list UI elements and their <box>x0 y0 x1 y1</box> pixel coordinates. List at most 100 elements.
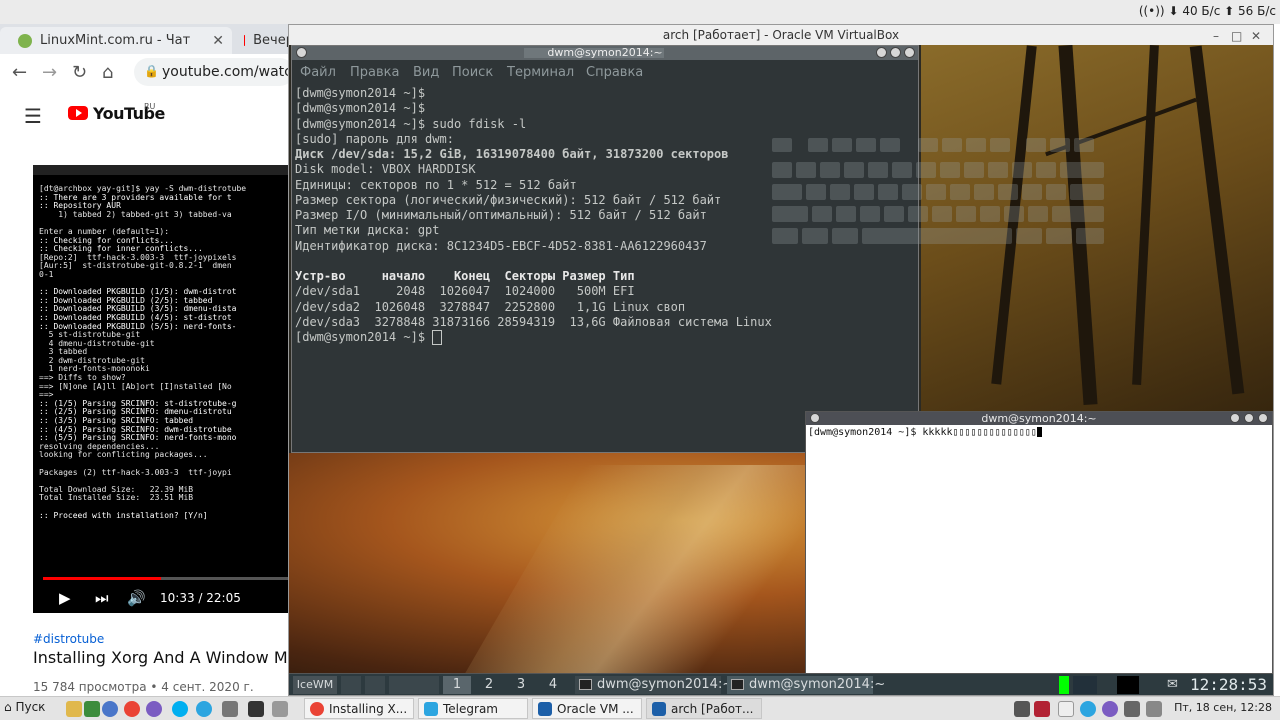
window-icon[interactable] <box>272 701 288 717</box>
virtualbox-titlebar[interactable]: arch [Работает] - Oracle VM VirtualBox –… <box>289 25 1273 45</box>
show-desktop-icon[interactable] <box>341 676 361 694</box>
terminal-window-main[interactable]: dwm@symon2014:~ Файл Правка Вид Поиск Те… <box>291 45 1104 453</box>
terminal-line: Единицы: секторов по 1 * 512 = 512 байт <box>295 177 577 192</box>
next-button-icon[interactable]: ⏭ <box>95 589 109 607</box>
maximize-icon[interactable] <box>1244 413 1254 423</box>
youtube-favicon-icon <box>244 35 246 46</box>
back-button[interactable]: ← <box>12 62 27 83</box>
minimize-icon[interactable] <box>1230 413 1240 423</box>
net-up-value: 56 Б/с <box>1238 4 1276 18</box>
hamburger-menu-icon[interactable]: ☰ <box>24 104 42 128</box>
workspace-1[interactable]: 1 <box>443 676 471 694</box>
menu-search[interactable]: Поиск <box>452 65 493 80</box>
terminal-line: Устр-во начало Конец Секторы Размер Тип <box>295 269 635 283</box>
icewm-start-button[interactable]: IceWM <box>293 676 337 694</box>
video-meta: 15 784 просмотра • 4 сент. 2020 г. <box>33 680 254 694</box>
video-progress-fill <box>43 577 161 580</box>
cpu-monitor <box>1059 676 1069 694</box>
volume-icon[interactable]: 🔊 <box>127 589 146 607</box>
desktop-icon[interactable] <box>84 701 100 717</box>
telegram-tray-icon[interactable] <box>1080 701 1096 717</box>
workspace-2[interactable]: 2 <box>475 676 503 694</box>
network-monitor <box>1117 676 1139 694</box>
video-progress-bar[interactable] <box>43 577 290 580</box>
minimize-icon[interactable] <box>876 47 887 58</box>
terminal-menubar: Файл Правка Вид Поиск Терминал Справка <box>292 60 918 84</box>
skype-icon[interactable] <box>172 701 188 717</box>
sync-icon[interactable] <box>102 701 118 717</box>
reload-button[interactable]: ↻ <box>72 62 87 83</box>
terminal-line: [dwm@symon2014 ~]$ <box>295 86 426 100</box>
volume-icon[interactable] <box>1124 701 1140 717</box>
menu-help[interactable]: Справка <box>586 65 643 80</box>
terminal-title: dwm@symon2014:~ <box>981 412 1097 425</box>
panel-task-virtualbox[interactable]: Oracle VM ... <box>532 698 642 719</box>
text-cursor <box>1036 427 1042 437</box>
host-clock[interactable]: Пт, 18 сен, 12:28 <box>1174 701 1272 714</box>
terminal-icon <box>579 679 592 690</box>
window-list-icon[interactable] <box>365 676 385 694</box>
viber-icon[interactable] <box>146 701 162 717</box>
viber-tray-icon[interactable] <box>1102 701 1118 717</box>
task-icon <box>652 702 666 716</box>
close-icon[interactable] <box>904 47 915 58</box>
close-icon[interactable] <box>1258 413 1268 423</box>
task-label: Telegram <box>443 702 498 716</box>
arrow-up-icon: ⬆ <box>1224 4 1235 18</box>
telegram-icon[interactable] <box>196 701 212 717</box>
browser-tab-youtube[interactable]: Вечер <box>234 27 294 54</box>
panel-task-chrome[interactable]: Installing X... <box>304 698 414 719</box>
video-player[interactable]: [dt@archbox yay-git]$ yay -S dwm-distrot… <box>33 165 290 613</box>
workspace-3[interactable]: 3 <box>507 676 535 694</box>
browser-tab-strip: LinuxMint.com.ru - Чат ✕ Вечер <box>0 24 294 54</box>
start-label: Пуск <box>15 700 46 714</box>
terminal-icon[interactable] <box>248 701 264 717</box>
panel-task-telegram[interactable]: Telegram <box>418 698 528 719</box>
taskbar-item-terminal-2[interactable]: dwm@symon2014:~ <box>727 676 885 694</box>
network-icon[interactable] <box>1146 701 1162 717</box>
clipboard-icon[interactable] <box>1058 701 1074 717</box>
menu-file[interactable]: Файл <box>300 65 336 80</box>
video-terminal-line: :: Proceed with installation? [Y/n] <box>39 510 208 520</box>
workspace-4[interactable]: 4 <box>539 676 567 694</box>
keyboard-icon[interactable] <box>1014 701 1030 717</box>
minimize-button[interactable]: – <box>1213 29 1219 43</box>
keyboard-layout-flag-icon[interactable] <box>1034 701 1050 717</box>
camera-icon[interactable] <box>222 701 238 717</box>
network-monitor[interactable]: ((•)) ⬇ 40 Б/с ⬆ 56 Б/с <box>1139 4 1276 18</box>
home-button[interactable]: ⌂ <box>102 62 113 83</box>
panel-task-arch-vm[interactable]: arch [Работ... <box>646 698 762 719</box>
maximize-icon[interactable] <box>890 47 901 58</box>
tab-close-icon[interactable]: ✕ <box>212 33 224 49</box>
start-menu-button[interactable]: ⌂ Пуск <box>4 700 45 714</box>
tree-trunk <box>1132 45 1159 386</box>
task-label: dwm@symon2014:~ <box>597 677 734 692</box>
region-badge: RU <box>144 102 156 111</box>
tab-title: LinuxMint.com.ru - Чат <box>40 33 191 48</box>
menu-edit[interactable]: Правка <box>350 65 399 80</box>
terminal-window-secondary[interactable]: dwm@symon2014:~ [dwm@symon2014 ~]$ kkkkk… <box>805 411 1273 693</box>
host-panel: ⌂ Пуск Installing X... Telegram Oracle V… <box>0 696 1280 720</box>
video-hashtag[interactable]: #distrotube <box>33 632 104 646</box>
icewm-clock[interactable]: 12:28:53 <box>1177 676 1267 694</box>
close-button[interactable]: ✕ <box>1251 29 1261 43</box>
terminal-body[interactable]: [dwm@symon2014 ~]$ [dwm@symon2014 ~]$ [dwm… <box>292 84 1104 452</box>
terminal-titlebar[interactable]: dwm@symon2014:~ <box>292 46 918 60</box>
menu-terminal[interactable]: Терминал <box>507 65 574 80</box>
menu-view[interactable]: Вид <box>413 65 439 80</box>
taskbar-item-terminal-1[interactable]: dwm@symon2014:~ <box>575 676 733 694</box>
forward-button[interactable]: → <box>42 62 57 83</box>
files-icon[interactable] <box>66 701 82 717</box>
play-button-icon[interactable]: ▶ <box>59 589 71 607</box>
window-title: arch [Работает] - Oracle VM VirtualBox <box>662 28 900 42</box>
terminal-output: [dwm@symon2014 ~]$ [dwm@symon2014 ~]$ [dwm… <box>295 86 772 345</box>
terminal-line: Размер сектора (логический/физический): … <box>295 192 722 207</box>
lock-icon: 🔒 <box>144 64 159 78</box>
guest-display[interactable]: dwm@symon2014:~ Файл Правка Вид Поиск Те… <box>289 45 1273 695</box>
terminal-titlebar[interactable]: dwm@symon2014:~ <box>806 412 1272 425</box>
browser-tab-linuxmint[interactable]: LinuxMint.com.ru - Чат ✕ <box>0 27 232 54</box>
terminal-title: dwm@symon2014:~ <box>547 46 663 59</box>
maximize-button[interactable]: □ <box>1231 29 1242 43</box>
chrome-icon[interactable] <box>124 701 140 717</box>
address-bar[interactable]: 🔒 youtube.com/watch?v <box>134 58 316 86</box>
